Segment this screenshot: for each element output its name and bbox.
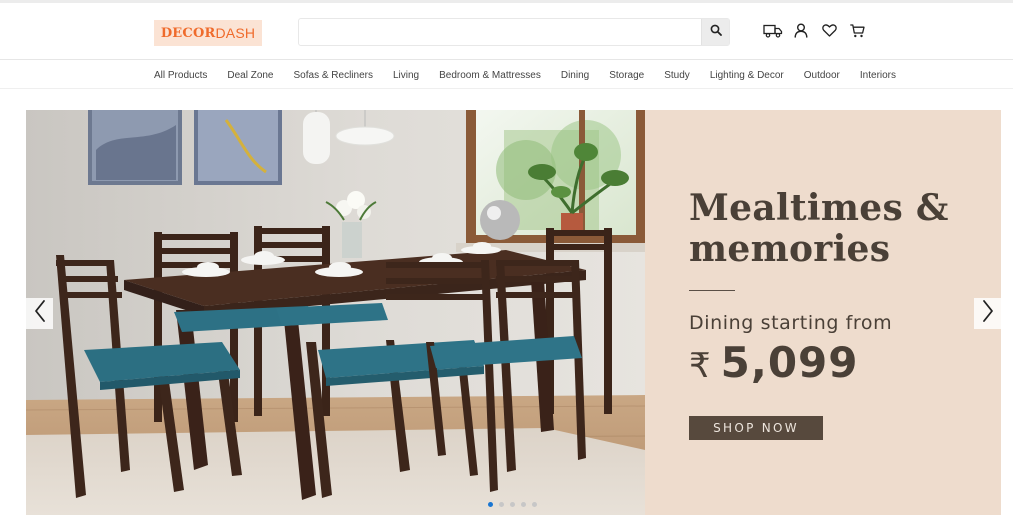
search-icon bbox=[710, 23, 722, 41]
chevron-left-icon bbox=[34, 299, 46, 328]
nav-item-lighting-decor[interactable]: Lighting & Decor bbox=[710, 70, 784, 81]
search-bar bbox=[298, 18, 730, 46]
shop-now-button[interactable]: SHOP NOW bbox=[689, 416, 823, 440]
chevron-right-icon bbox=[982, 299, 994, 328]
site-header: DECOR DASH bbox=[0, 3, 1013, 60]
nav-item-sofas-recliners[interactable]: Sofas & Recliners bbox=[294, 70, 373, 81]
account-button[interactable] bbox=[790, 23, 812, 43]
user-icon bbox=[794, 23, 808, 43]
search-button[interactable] bbox=[701, 19, 729, 45]
brand-logo[interactable]: DECOR DASH bbox=[154, 20, 262, 46]
nav-item-study[interactable]: Study bbox=[664, 70, 690, 81]
nav-item-living[interactable]: Living bbox=[393, 70, 419, 81]
cart-icon bbox=[849, 23, 865, 43]
price-value: 5,099 bbox=[720, 338, 859, 387]
carousel-dot-5[interactable] bbox=[532, 502, 537, 507]
search-input[interactable] bbox=[299, 19, 701, 45]
delivery-button[interactable] bbox=[762, 23, 784, 43]
header-actions bbox=[762, 23, 874, 43]
carousel-next-button[interactable] bbox=[974, 298, 1001, 329]
nav-item-storage[interactable]: Storage bbox=[609, 70, 644, 81]
hero-carousel: Mealtimes & memories Dining starting fro… bbox=[26, 110, 1001, 515]
promo-panel: Mealtimes & memories Dining starting fro… bbox=[645, 110, 1001, 515]
promo-divider bbox=[689, 290, 735, 291]
carousel-dot-2[interactable] bbox=[499, 502, 504, 507]
carousel-prev-button[interactable] bbox=[26, 298, 53, 329]
nav-item-bedroom-mattresses[interactable]: Bedroom & Mattresses bbox=[439, 70, 541, 81]
nav-item-deal-zone[interactable]: Deal Zone bbox=[227, 70, 273, 81]
promo-price: ₹ 5,099 bbox=[689, 338, 859, 392]
carousel-dot-4[interactable] bbox=[521, 502, 526, 507]
category-list: All Products Deal Zone Sofas & Recliners… bbox=[154, 61, 896, 89]
nav-item-all-products[interactable]: All Products bbox=[154, 70, 207, 81]
category-nav: All Products Deal Zone Sofas & Recliners… bbox=[0, 61, 1013, 89]
promo-title-line2: memories bbox=[689, 228, 891, 270]
nav-item-interiors[interactable]: Interiors bbox=[860, 70, 896, 81]
carousel-dot-1[interactable] bbox=[488, 502, 493, 507]
carousel-dot-3[interactable] bbox=[510, 502, 515, 507]
carousel-pagination bbox=[488, 502, 543, 507]
nav-item-outdoor[interactable]: Outdoor bbox=[804, 70, 840, 81]
promo-title: Mealtimes & memories bbox=[689, 188, 989, 270]
currency-symbol: ₹ bbox=[689, 346, 711, 386]
promo-subtitle: Dining starting from bbox=[689, 312, 893, 334]
wishlist-button[interactable] bbox=[818, 23, 840, 43]
cart-button[interactable] bbox=[846, 23, 868, 43]
dining-set-photo[interactable] bbox=[26, 110, 646, 515]
logo-text-dash: DASH bbox=[215, 25, 256, 41]
logo-text-decor: DECOR bbox=[160, 25, 216, 41]
nav-item-dining[interactable]: Dining bbox=[561, 70, 589, 81]
truck-icon bbox=[763, 24, 783, 43]
promo-title-line1: Mealtimes & bbox=[689, 187, 949, 229]
heart-icon bbox=[821, 24, 837, 42]
